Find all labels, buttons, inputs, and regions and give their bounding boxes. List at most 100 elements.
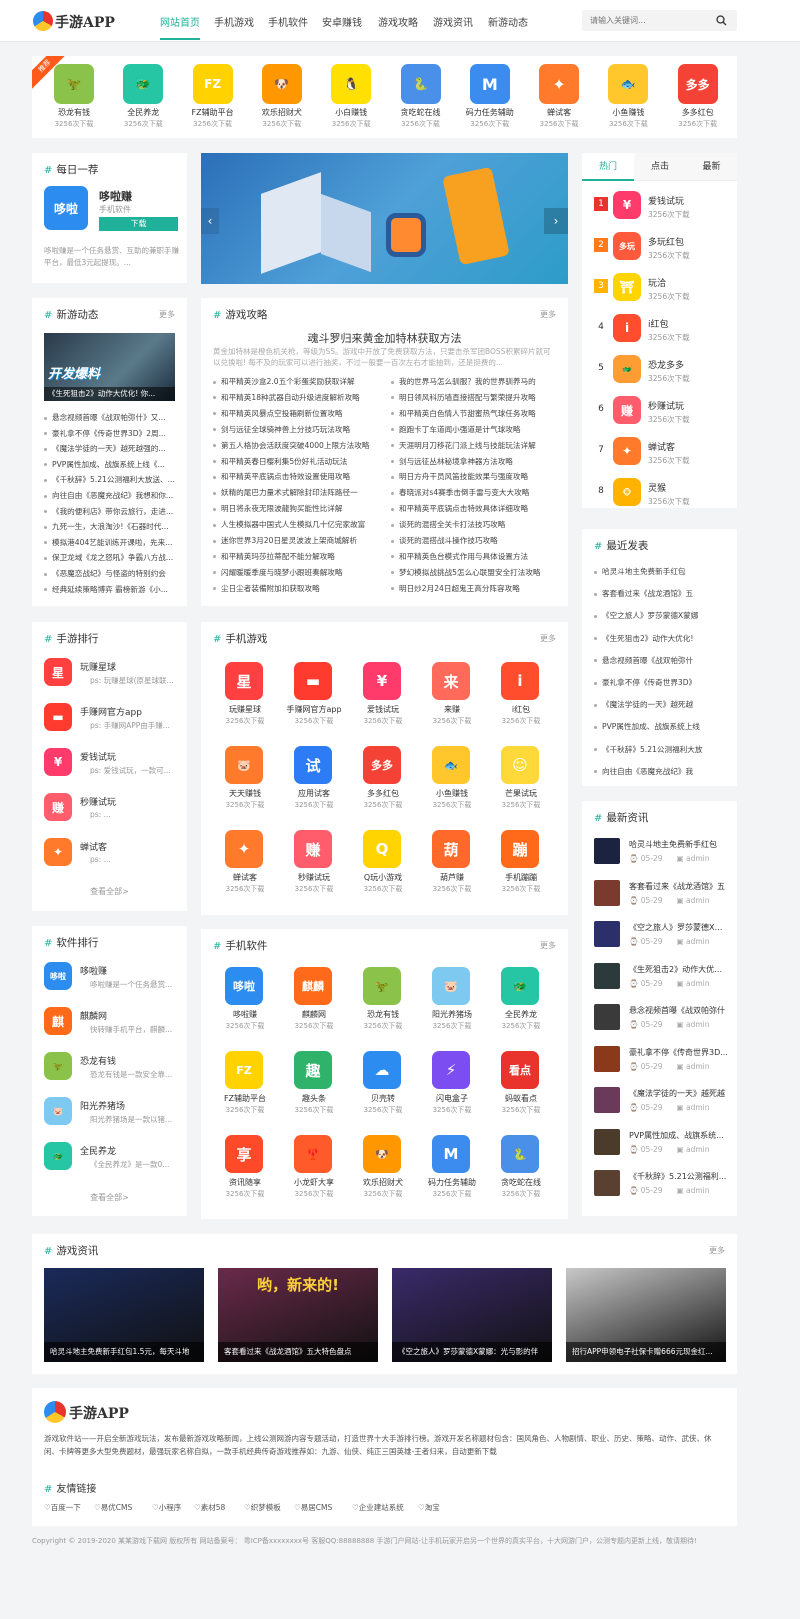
guide-item[interactable]: 明日领风科历墙直接搭配与繁荣提升攻略 — [391, 392, 559, 403]
hot-app-name[interactable]: 多玩红包 — [648, 235, 684, 248]
app-icon[interactable]: M — [432, 1135, 470, 1173]
news-thumb[interactable] — [594, 1004, 620, 1030]
guide-item[interactable]: 和平精英白色情人节甜蜜热气球任务攻略 — [391, 408, 559, 419]
software-ranking-view-all[interactable]: 查看全部> — [32, 1192, 187, 1203]
game-news-card[interactable]: 招行APP申领电子社保卡赠666元现金红... — [566, 1268, 726, 1362]
app-icon[interactable]: 🐶 — [363, 1135, 401, 1173]
app-name[interactable]: 小白赚钱 — [319, 107, 383, 118]
app-name[interactable]: 贪吃蛇在线 — [489, 1177, 553, 1188]
hot-app-name[interactable]: 灵猴 — [648, 481, 666, 494]
app-name[interactable]: 蚂蚁看点 — [489, 1093, 553, 1104]
guide-item[interactable]: 和平精英色台模式作用与具体设置方法 — [391, 551, 559, 562]
latest-item[interactable]: 《千秋辞》5.21公测福利大放 — [594, 744, 725, 755]
friend-link[interactable]: ♡易优CMS — [94, 1502, 132, 1513]
app-icon[interactable]: 🦖 — [363, 967, 401, 1005]
latest-item[interactable]: 哈灵斗地主免费新手红包 — [594, 566, 725, 577]
rank-app-icon[interactable]: 麒 — [44, 1007, 72, 1035]
news-title[interactable]: 悬念视频首曝《战双帕弥什 — [629, 1005, 729, 1016]
rank-app-name[interactable]: 麒麟网 — [80, 1009, 180, 1022]
nav-android-earn[interactable]: 安卓赚钱 — [322, 14, 362, 29]
game-news-more[interactable]: 更多 — [709, 1245, 725, 1256]
news-title[interactable]: 豪礼拿不停《传奇世界3D... — [629, 1047, 729, 1058]
rank-app-name[interactable]: 全民养龙 — [80, 1144, 180, 1157]
guide-item[interactable]: 春晓派对s4赛季击倒手雷与变大大攻略 — [391, 487, 559, 498]
app-icon[interactable]: ☁ — [363, 1051, 401, 1089]
app-name[interactable]: 玩赚星球 — [213, 704, 277, 715]
phone-software-more[interactable]: 更多 — [540, 940, 556, 951]
daily-download-button[interactable]: 下载 — [99, 217, 178, 231]
friend-link[interactable]: ♡小程序 — [152, 1502, 181, 1513]
app-name[interactable]: 欢乐招财犬 — [250, 107, 314, 118]
latest-item[interactable]: 豪礼拿不停《传奇世界3D》 — [594, 677, 725, 688]
guide-item[interactable]: 妖精的尾巴力量术式解除封印法阵路径一 — [213, 487, 383, 498]
rank-app-icon[interactable]: 哆啦 — [44, 962, 72, 990]
guide-item[interactable]: 人生模拟器中国式人生模拟几十亿完家故富 — [213, 519, 383, 530]
news-title[interactable]: 《千秋辞》5.21公测福利... — [629, 1171, 729, 1182]
new-game-news-image[interactable]: 开发爆料 《生死狙击2》动作大优化! 你... — [44, 333, 175, 401]
app-name[interactable]: 多多红包 — [351, 788, 415, 799]
news-item[interactable]: 《我的便利店》带你云旅行，走进... — [44, 506, 175, 517]
app-name[interactable]: i红包 — [489, 704, 553, 715]
app-icon[interactable]: 🐲 — [501, 967, 539, 1005]
app-icon[interactable]: ✦ — [225, 830, 263, 868]
rank-app-icon[interactable]: 赚 — [44, 793, 72, 821]
friend-link[interactable]: ♡淘宝 — [418, 1502, 440, 1513]
news-thumb[interactable] — [594, 1170, 620, 1196]
rank-app-icon[interactable]: 星 — [44, 658, 72, 686]
hot-app-icon[interactable]: 🐵 — [613, 478, 641, 506]
app-icon[interactable]: 享 — [225, 1135, 263, 1173]
game-news-card[interactable]: 哟，新来的! 客套看过来《战龙酒馆》五大特色盘点 — [218, 1268, 378, 1362]
app-name[interactable]: 趣头条 — [282, 1093, 346, 1104]
rank-app-name[interactable]: 哆啦赚 — [80, 964, 180, 977]
hot-app-icon[interactable]: ⛩ — [613, 273, 641, 301]
game-ranking-view-all[interactable]: 查看全部> — [32, 886, 187, 897]
rank-app-name[interactable]: 玩赚星球 — [80, 660, 180, 673]
hot-tab-hot[interactable]: 热门 — [582, 153, 634, 181]
hot-app-icon[interactable]: ✦ — [613, 437, 641, 465]
rank-app-icon[interactable]: 🦖 — [44, 1052, 72, 1080]
app-icon[interactable]: ¥ — [363, 662, 401, 700]
app-name[interactable]: Q玩小游戏 — [351, 872, 415, 883]
guide-item[interactable]: 和平精英沙盒2.0五个彩蛋奖励获取详解 — [213, 376, 383, 387]
rank-app-icon[interactable]: 🐷 — [44, 1097, 72, 1125]
guide-item[interactable]: 和平精英平底锅点击特效设置使用攻略 — [213, 471, 383, 482]
game-news-card[interactable]: 哈灵斗地主免费新手红包1.5元，每天斗地 — [44, 1268, 204, 1362]
app-name[interactable]: 应用试客 — [282, 788, 346, 799]
rank-app-icon[interactable]: 🐲 — [44, 1142, 72, 1170]
rank-app-icon[interactable]: ✦ — [44, 838, 72, 866]
hot-tab-click[interactable]: 点击 — [634, 153, 686, 181]
news-item[interactable]: 向往自由《恶魔充战纪》我想和你... — [44, 490, 175, 501]
guide-item[interactable]: 和平精英平底锅点击特效具体详细攻略 — [391, 503, 559, 514]
nav-phone-software[interactable]: 手机软件 — [268, 14, 308, 29]
nav-home[interactable]: 网站首页 — [160, 14, 200, 29]
app-name[interactable]: 蝉试客 — [213, 872, 277, 883]
rank-app-name[interactable]: 爱钱试玩 — [80, 750, 180, 763]
news-item[interactable]: 九死一生，大浪淘沙!《石器时代... — [44, 521, 175, 532]
app-icon[interactable]: 🦖 — [54, 64, 94, 104]
banner-next-arrow[interactable]: › — [544, 208, 568, 234]
app-icon[interactable]: 葫 — [432, 830, 470, 868]
friend-link[interactable]: ♡百度一下 — [44, 1502, 81, 1513]
app-name[interactable]: 多多红包 — [666, 107, 730, 118]
rank-app-name[interactable]: 蝉试客 — [80, 840, 180, 853]
app-icon[interactable]: Q — [363, 830, 401, 868]
news-thumb[interactable] — [594, 838, 620, 864]
search-icon[interactable] — [716, 15, 727, 26]
app-name[interactable]: 资讯随享 — [213, 1177, 277, 1188]
app-name[interactable]: 葫芦赚 — [420, 872, 484, 883]
app-icon[interactable]: 🐧 — [331, 64, 372, 104]
app-icon[interactable]: 🐶 — [261, 64, 302, 104]
app-icon[interactable]: ✦ — [539, 64, 580, 104]
app-icon[interactable]: 看点 — [501, 1051, 539, 1089]
app-name[interactable]: 小鱼赚钱 — [420, 788, 484, 799]
news-item[interactable]: PVP属性加成、战旗系统上线《... — [44, 459, 175, 470]
latest-item[interactable]: 悬念视频首曝《战双帕弥什 — [594, 655, 725, 666]
nav-game-guides[interactable]: 游戏攻略 — [378, 14, 418, 29]
news-item[interactable]: 《恶魔恋战纪》与怪盗的特别约会 — [44, 568, 175, 579]
app-name[interactable]: 秒赚试玩 — [282, 872, 346, 883]
news-thumb[interactable] — [594, 921, 620, 947]
nav-game-news[interactable]: 游戏资讯 — [433, 14, 473, 29]
latest-item[interactable]: PVP属性加成、战旗系统上线 — [594, 721, 725, 732]
app-name[interactable]: 天天赚钱 — [213, 788, 277, 799]
app-name[interactable]: 码力任务辅助 — [420, 1177, 484, 1188]
